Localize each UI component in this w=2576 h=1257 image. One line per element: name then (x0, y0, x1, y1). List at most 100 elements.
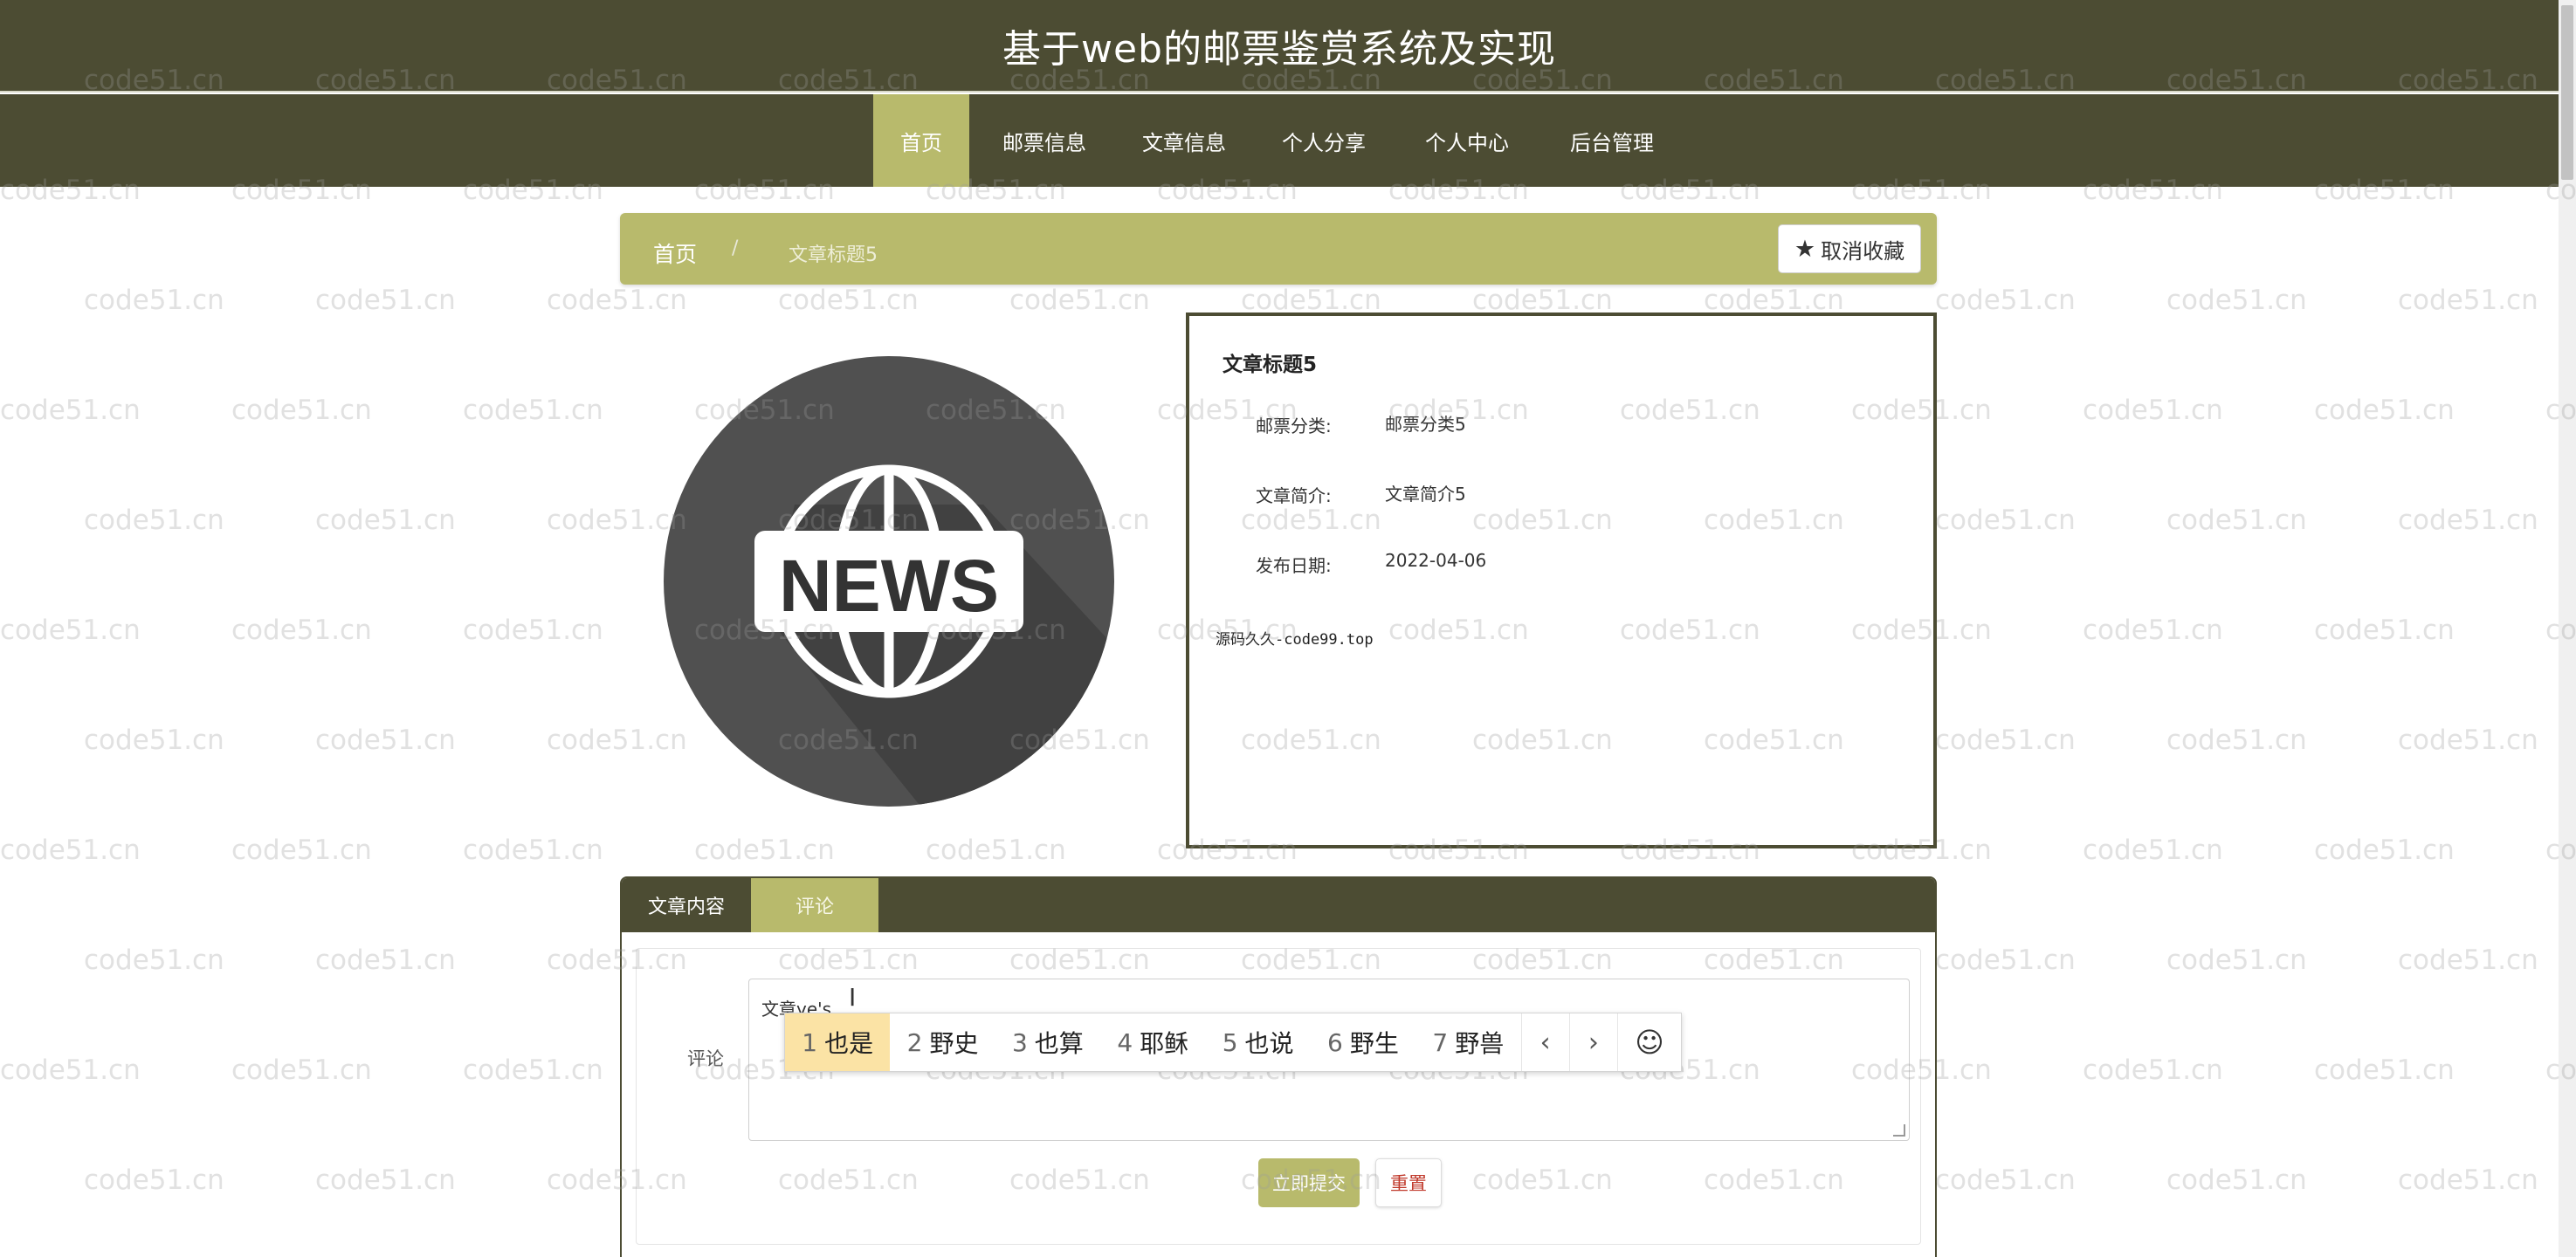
watermark-text: code51.cn (2398, 944, 2538, 976)
watermark-text: code51.cn (0, 835, 141, 866)
watermark-text: code51.cn (463, 395, 603, 426)
watermark-text: code51.cn (315, 944, 456, 976)
watermark-text: code51.cn (463, 835, 603, 866)
watermark-text: code51.cn (1935, 725, 2076, 756)
tab-article-content[interactable]: 文章内容 (622, 878, 751, 932)
watermark-text: code51.cn (315, 1164, 456, 1196)
ime-candidate[interactable]: 3 也算 (995, 1013, 1100, 1071)
watermark-text: code51.cn (0, 1054, 141, 1086)
comment-label: 评论 (687, 1048, 724, 1069)
watermark-text: code51.cn (2398, 505, 2538, 536)
watermark-text: code51.cn (2398, 1164, 2538, 1196)
watermark-text: code51.cn (463, 1054, 603, 1086)
watermark-text: code51.cn (315, 285, 456, 316)
breadcrumb-current: 文章标题5 (789, 244, 878, 266)
vertical-scrollbar[interactable] (2559, 0, 2576, 1257)
watermark-text: code51.cn (2166, 725, 2307, 756)
watermark-text: code51.cn (1935, 285, 2076, 316)
ime-prev-page-icon[interactable]: ‹ (1520, 1013, 1569, 1071)
detail-value-category: 邮票分类5 (1385, 414, 1466, 435)
article-detail-box: 文章标题5 邮票分类: 邮票分类5 文章简介: 文章简介5 发布日期: 2022… (1186, 313, 1937, 848)
nav-item-personal-share[interactable]: 个人分享 (1266, 94, 1381, 187)
detail-value-summary: 文章简介5 (1385, 484, 1466, 505)
watermark-text: code51.cn (2314, 1054, 2455, 1086)
unfavorite-button[interactable]: ★ 取消收藏 (1778, 224, 1921, 273)
watermark-text: code51.cn (2398, 725, 2538, 756)
watermark-text: code51.cn (547, 285, 687, 316)
ibeam-cursor-icon: I (849, 983, 857, 1012)
breadcrumb-home-link[interactable]: 首页 (653, 237, 697, 269)
watermark-text: code51.cn (1935, 944, 2076, 976)
breadcrumb-separator: / (732, 237, 739, 259)
watermark-text: code51.cn (2166, 505, 2307, 536)
watermark-text: code51.cn (2314, 835, 2455, 866)
detail-value-date: 2022-04-06 (1385, 550, 1487, 571)
watermark-text: code51.cn (231, 395, 372, 426)
watermark-text: code51.cn (463, 615, 603, 646)
watermark-text: code51.cn (694, 835, 835, 866)
detail-label-summary: 文章简介: (1256, 485, 1332, 506)
watermark-text: code51.cn (1009, 285, 1150, 316)
watermark-text: code51.cn (315, 725, 456, 756)
unfavorite-label: 取消收藏 (1821, 238, 1905, 264)
star-icon: ★ (1794, 235, 1816, 263)
article-cover-image: NEWS (664, 356, 1114, 807)
ime-candidate[interactable]: 6 野生 (1311, 1013, 1415, 1071)
watermark-text: code51.cn (315, 505, 456, 536)
ime-candidate[interactable]: 2 野史 (890, 1013, 995, 1071)
breadcrumb: 首页 / 文章标题5 ★ 取消收藏 (620, 213, 1937, 285)
watermark-text: code51.cn (231, 835, 372, 866)
site-title: 基于web的邮票鉴赏系统及实现 (1002, 27, 1556, 72)
watermark-text: code51.cn (2166, 285, 2307, 316)
watermark-text: code51.cn (1935, 505, 2076, 536)
tab-comments[interactable]: 评论 (751, 878, 878, 932)
watermark-text: code51.cn (0, 395, 141, 426)
detail-label-category: 邮票分类: (1256, 416, 1332, 436)
watermark-text: code51.cn (2083, 615, 2223, 646)
watermark-text: code51.cn (84, 725, 224, 756)
watermark-text: code51.cn (84, 285, 224, 316)
header-title-bar: 基于web的邮票鉴赏系统及实现 (0, 0, 2559, 93)
ime-emoji-icon[interactable]: ☺ (1617, 1013, 1681, 1071)
ime-candidate-bar: 1 也是 2 野史 3 也算 4 耶稣 5 也说 6 野生 7 野兽 ‹ › ☺ (784, 1013, 1682, 1072)
watermark-text: code51.cn (231, 615, 372, 646)
watermark-text: code51.cn (231, 1054, 372, 1086)
comment-form: 评论 文章ye's 立即提交 重置 (636, 948, 1921, 1245)
ime-candidate[interactable]: 1 也是 (785, 1013, 891, 1071)
news-label: NEWS (779, 545, 999, 627)
watermark-text: code51.cn (2083, 835, 2223, 866)
article-title: 文章标题5 (1223, 354, 1318, 376)
watermark-text: code51.cn (84, 944, 224, 976)
page: 基于web的邮票鉴赏系统及实现 首页 邮票信息 文章信息 个人分享 个人中心 后… (0, 0, 2576, 1257)
watermark-text: code51.cn (84, 1164, 224, 1196)
watermark-text: code51.cn (2314, 395, 2455, 426)
watermark-text: code51.cn (2083, 1054, 2223, 1086)
resize-grip-icon[interactable] (1893, 1124, 1905, 1137)
watermark-text: code51.cn (2166, 1164, 2307, 1196)
nav-item-home[interactable]: 首页 (873, 94, 969, 187)
reset-button[interactable]: 重置 (1375, 1158, 1442, 1207)
ime-candidate[interactable]: 7 野兽 (1415, 1013, 1520, 1071)
source-text: 源码久久-code99.top (1216, 631, 1374, 649)
watermark-text: code51.cn (1935, 1164, 2076, 1196)
nav-item-stamp-info[interactable]: 邮票信息 (987, 94, 1102, 187)
watermark-text: code51.cn (778, 285, 919, 316)
watermark-text: code51.cn (2398, 285, 2538, 316)
watermark-text: code51.cn (2166, 944, 2307, 976)
watermark-text: code51.cn (0, 615, 141, 646)
ime-next-page-icon[interactable]: › (1568, 1013, 1617, 1071)
watermark-text: code51.cn (1241, 285, 1381, 316)
detail-label-date: 发布日期: (1256, 555, 1332, 576)
main-nav: 首页 邮票信息 文章信息 个人分享 个人中心 后台管理 (0, 94, 2559, 187)
watermark-text: code51.cn (2083, 395, 2223, 426)
submit-button[interactable]: 立即提交 (1258, 1158, 1360, 1207)
ime-candidate[interactable]: 4 耶稣 (1100, 1013, 1205, 1071)
watermark-text: code51.cn (1472, 285, 1613, 316)
scrollbar-thumb[interactable] (2561, 5, 2573, 180)
ime-candidate[interactable]: 5 也说 (1205, 1013, 1310, 1071)
nav-item-article-info[interactable]: 文章信息 (1126, 94, 1242, 187)
nav-item-personal-center[interactable]: 个人中心 (1409, 94, 1525, 187)
watermark-text: code51.cn (2314, 615, 2455, 646)
watermark-text: code51.cn (926, 835, 1066, 866)
nav-item-admin[interactable]: 后台管理 (1554, 94, 1670, 187)
